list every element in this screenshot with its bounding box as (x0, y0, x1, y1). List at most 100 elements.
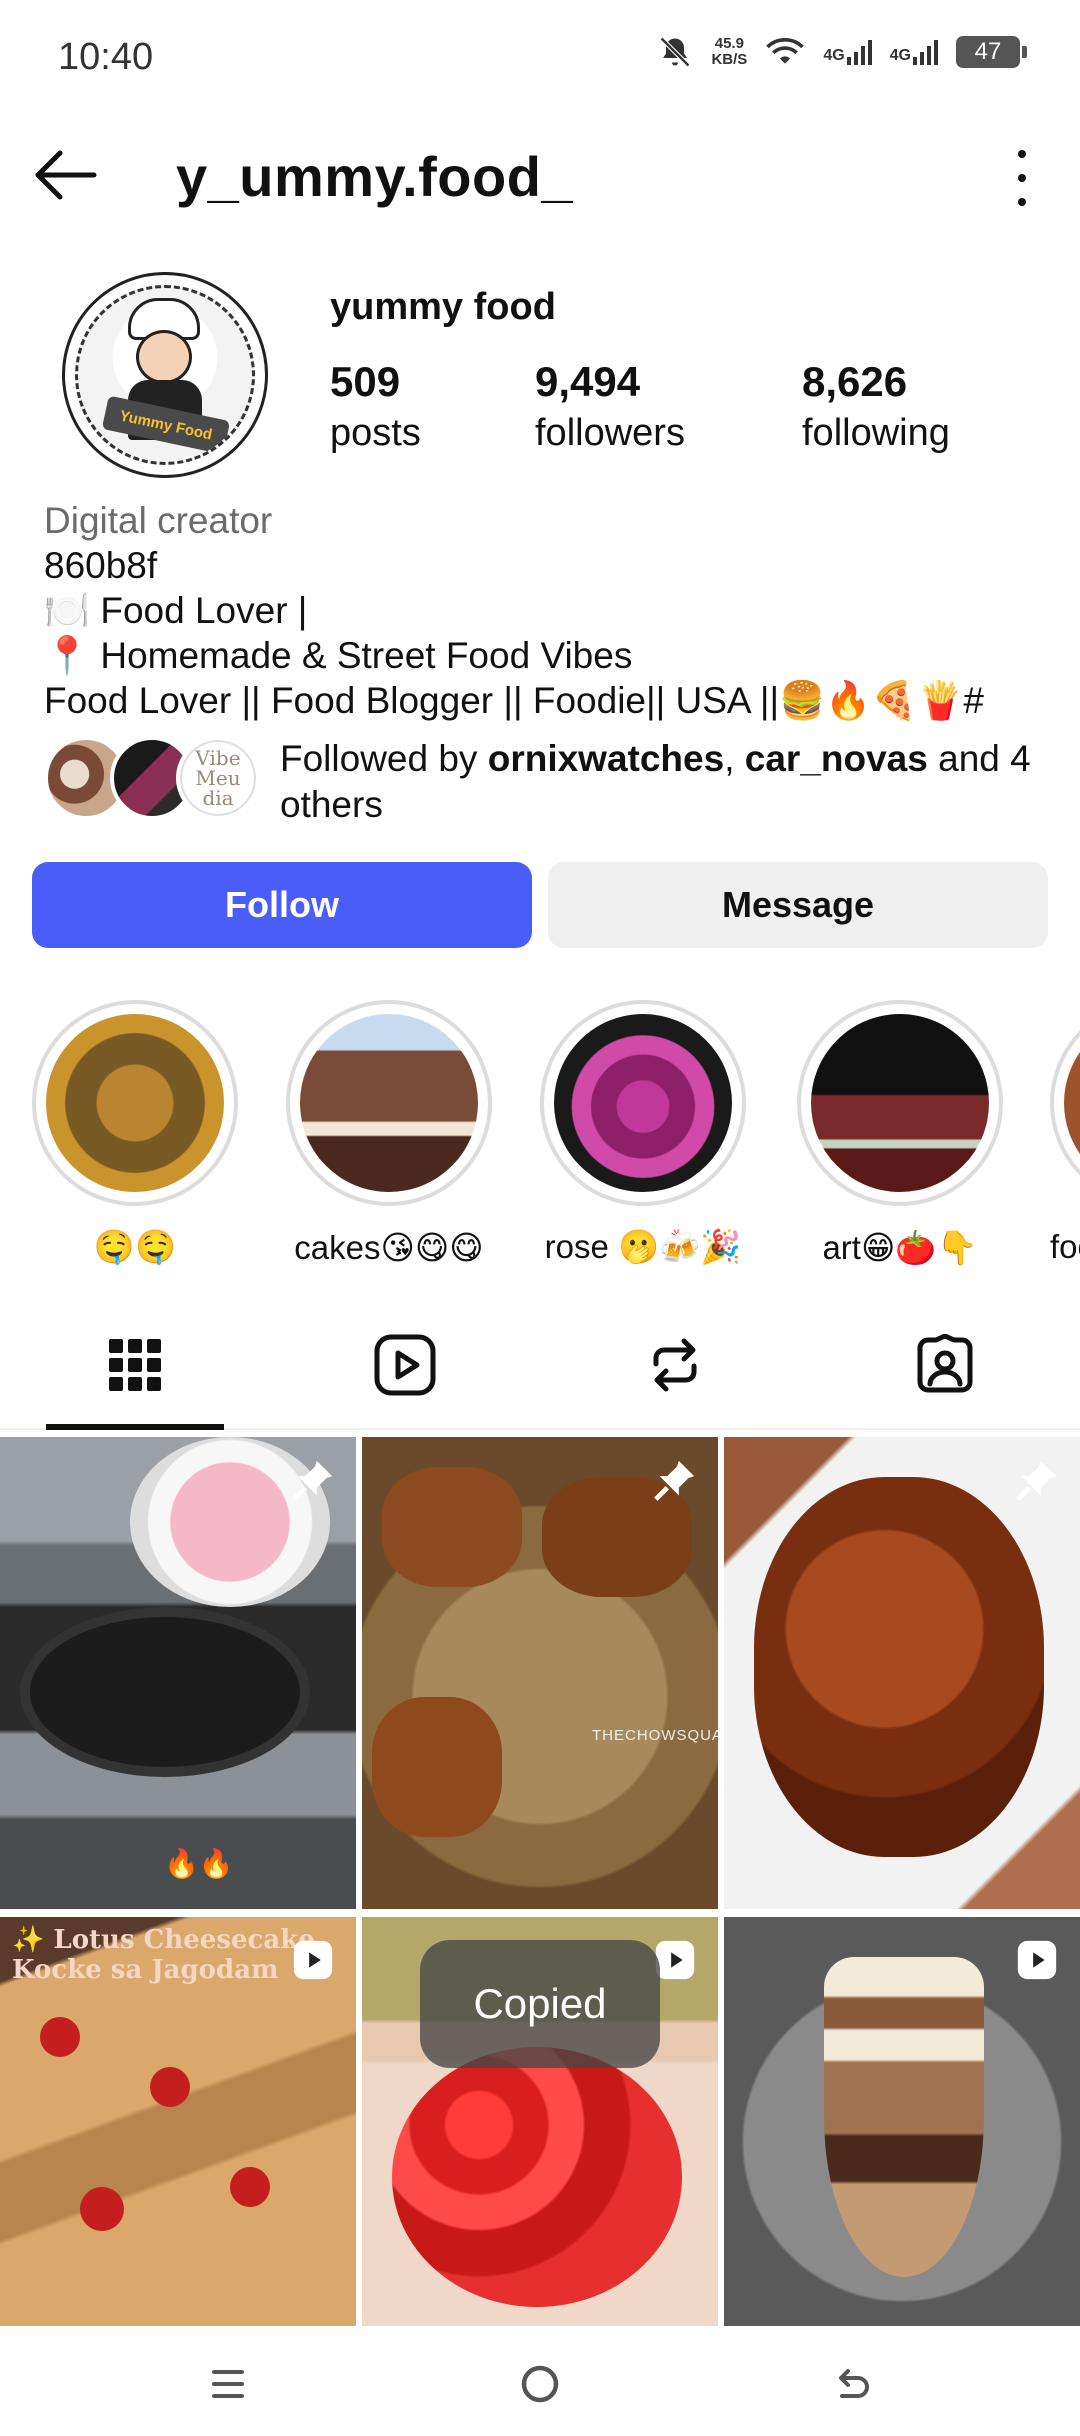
arrow-left-icon (35, 150, 97, 200)
follower-name[interactable]: car_novas (745, 738, 928, 779)
stat-value: 509 (330, 358, 401, 405)
signal-2-label: 4G (889, 47, 911, 64)
profile-tabs (0, 1300, 1080, 1430)
home-circle-icon (521, 2365, 559, 2403)
post-image-detail (382, 1467, 522, 1587)
mute-bell-icon (660, 36, 691, 68)
avatar[interactable]: Yummy Food (62, 272, 268, 478)
post-image-detail (754, 1477, 1044, 1857)
tab-tagged[interactable] (910, 1330, 980, 1400)
highlight-image (1064, 1014, 1080, 1192)
stat-posts[interactable]: 509 posts (330, 358, 421, 455)
highlight-item[interactable]: foo (1050, 1000, 1080, 1266)
highlight-label: cakes😘😋😋 (294, 1229, 484, 1266)
post-thumbnail[interactable]: ✨ Lotus Cheesecake Kocke sa Jagodam (0, 1917, 356, 2326)
reels-icon (374, 1334, 436, 1396)
chef-head-shape (136, 330, 192, 384)
menu-button[interactable] (198, 2354, 258, 2414)
tagged-icon (917, 1334, 973, 1393)
back-nav-icon (839, 2369, 869, 2398)
bio-line: 🍽️ Food Lover | (44, 590, 308, 631)
post-image-detail (40, 2017, 80, 2057)
follow-button[interactable]: Follow (32, 862, 532, 948)
stat-followers[interactable]: 9,494 followers (535, 358, 685, 455)
post-image-detail (372, 1697, 502, 1837)
signal-1-bars (846, 39, 872, 65)
pin-icon (1016, 1460, 1057, 1501)
home-button[interactable] (510, 2354, 570, 2414)
followed-sep: , (724, 738, 745, 779)
highlight-item[interactable]: rose 🫢🍻🎉 (538, 1000, 748, 1267)
signal-2-bars (913, 39, 938, 65)
display-name: yummy food (330, 286, 556, 328)
status-time: 10:40 (58, 36, 154, 78)
back-nav-button[interactable] (822, 2354, 882, 2414)
avatar-image: Yummy Food (75, 285, 255, 465)
menu-icon (212, 2370, 244, 2398)
bio-category: Digital creator (44, 500, 273, 541)
status-bar: 10:40 45.9 KB/S 4G 4G 47 (0, 0, 1080, 110)
highlight-label: art😁🍅👇 (822, 1229, 978, 1266)
highlight-image (300, 1014, 478, 1192)
net-speed: 45.9 KB/S (711, 36, 747, 68)
signal-1: 4G (823, 39, 872, 65)
post-image-detail (150, 2067, 190, 2107)
stat-label: posts (330, 412, 421, 454)
post-image-detail (392, 2047, 682, 2307)
system-nav-bar (0, 2326, 1080, 2436)
stat-label: following (802, 412, 950, 454)
tab-grid[interactable] (100, 1330, 170, 1400)
pin-icon (654, 1460, 695, 1501)
bio-line: 860b8f (44, 545, 158, 586)
tab-reels[interactable] (370, 1330, 440, 1400)
highlight-item[interactable]: 🤤🤤 (30, 1000, 240, 1267)
highlight-label: 🤤🤤 (93, 1228, 177, 1265)
status-icons: 45.9 KB/S 4G 4G 47 (657, 34, 1027, 70)
highlight-item[interactable]: art😁🍅👇 (795, 1000, 1005, 1268)
post-thumbnail[interactable]: 🔥🔥 (0, 1437, 356, 1909)
highlight-item[interactable]: cakes😘😋😋 (284, 1000, 494, 1267)
highlight-label: rose 🫢🍻🎉 (544, 1228, 742, 1265)
followed-by[interactable]: Vibe Meu dia Followed by ornixwatches, c… (44, 736, 1064, 826)
follower-name[interactable]: ornixwatches (488, 738, 724, 779)
highlight-image (46, 1014, 224, 1192)
post-watermark: THECHOWSQUA (592, 1727, 718, 1744)
post-caption: 🔥🔥 (164, 1848, 234, 1879)
post-caption-line: Kocke sa Jagodam (12, 1955, 279, 1985)
net-speed-unit: KB/S (711, 51, 748, 68)
highlight-ring (540, 1000, 746, 1206)
repost-icon (653, 1338, 697, 1392)
post-caption: ✨ Lotus Cheesecake Kocke sa Jagodam (0, 1917, 327, 1993)
followed-by-text: Followed by ornixwatches, car_novas and … (280, 736, 1070, 828)
more-options-icon[interactable] (1002, 150, 1042, 206)
follower-avatar: Vibe Meu dia (176, 736, 260, 820)
back-button[interactable] (30, 140, 100, 210)
battery-icon: 47 (956, 36, 1027, 68)
highlight-image (554, 1014, 732, 1192)
post-thumbnail[interactable] (724, 1437, 1080, 1909)
highlight-ring (286, 1000, 492, 1206)
post-image-detail (20, 1607, 310, 1777)
stat-value: 9,494 (535, 358, 641, 405)
message-button[interactable]: Message (548, 862, 1048, 948)
post-thumbnail[interactable]: THECHOWSQUA (362, 1437, 718, 1909)
copied-toast: Copied (420, 1940, 660, 2068)
stat-label: followers (535, 412, 685, 454)
stat-value: 8,626 (802, 358, 908, 405)
post-thumbnail[interactable] (724, 1917, 1080, 2326)
signal-1-label: 4G (823, 47, 845, 64)
post-image-detail (80, 2187, 124, 2231)
highlight-ring (32, 1000, 238, 1206)
post-caption-line: ✨ Lotus Cheesecake (12, 1925, 315, 1955)
highlight-ring (797, 1000, 1003, 1206)
tab-reposts[interactable] (640, 1330, 710, 1400)
grid-icon (109, 1339, 161, 1391)
post-image-detail (824, 1957, 984, 2277)
stat-following[interactable]: 8,626 following (802, 358, 950, 455)
active-tab-indicator (46, 1424, 224, 1430)
net-speed-value: 45.9 (714, 35, 744, 52)
post-image-detail (230, 2167, 270, 2207)
bio: Digital creator 860b8f 🍽️ Food Lover | 📍… (44, 498, 1054, 723)
profile-username: y_ummy.food_ (176, 145, 574, 208)
followed-prefix: Followed by (280, 738, 488, 779)
